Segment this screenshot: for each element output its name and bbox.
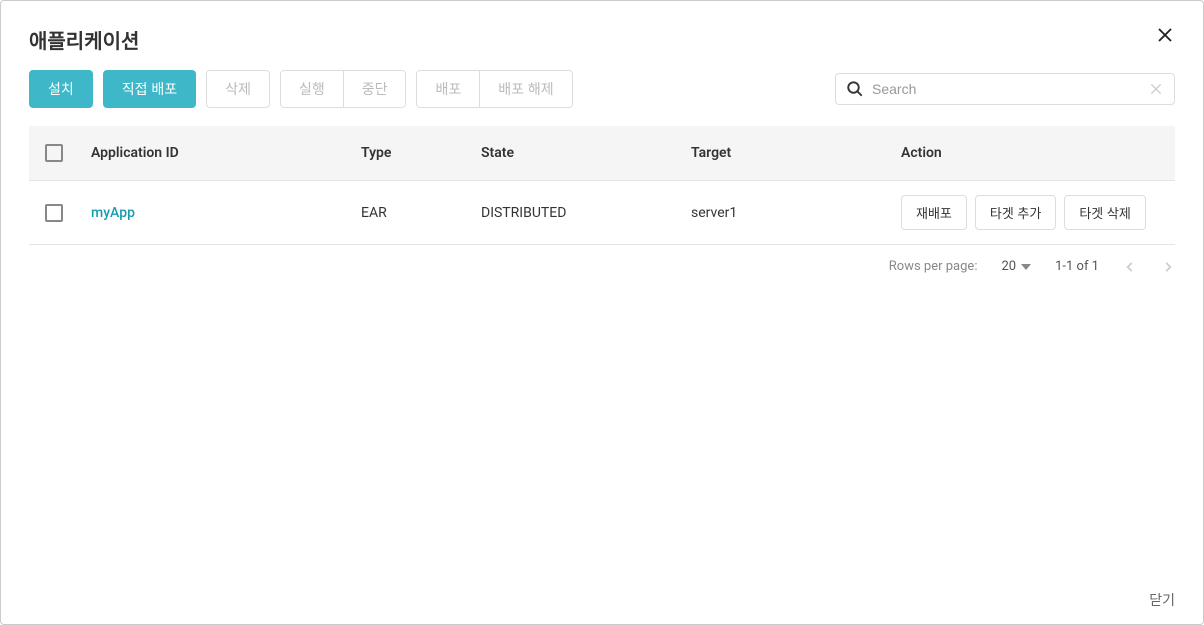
next-page-button[interactable] bbox=[1161, 260, 1175, 274]
cell-app-id: myApp bbox=[79, 181, 349, 245]
search-icon bbox=[846, 80, 864, 98]
rows-per-page-selector[interactable]: 20 bbox=[1001, 259, 1031, 274]
row-checkbox[interactable] bbox=[45, 204, 63, 222]
header-target: Target bbox=[679, 126, 889, 181]
chevron-left-icon bbox=[1123, 260, 1137, 274]
delete-button[interactable]: 삭제 bbox=[206, 70, 270, 108]
rows-per-page-label: Rows per page: bbox=[889, 259, 978, 274]
modal-title: 애플리케이션 bbox=[29, 25, 139, 54]
close-button[interactable] bbox=[1155, 25, 1175, 45]
install-button[interactable]: 설치 bbox=[29, 70, 93, 108]
header-checkbox-cell bbox=[29, 126, 79, 181]
cell-state: DISTRIBUTED bbox=[469, 181, 679, 245]
rows-per-page-value: 20 bbox=[1001, 259, 1016, 274]
action-buttons: 재배포 타겟 추가 타겟 삭제 bbox=[901, 195, 1163, 230]
select-all-checkbox[interactable] bbox=[45, 144, 63, 162]
header-action: Action bbox=[889, 126, 1175, 181]
modal-footer: 닫기 bbox=[1, 580, 1203, 624]
delete-target-button[interactable]: 타겟 삭제 bbox=[1064, 195, 1145, 230]
header-app-id: Application ID bbox=[79, 126, 349, 181]
run-button[interactable]: 실행 bbox=[281, 71, 344, 107]
prev-page-button[interactable] bbox=[1123, 260, 1137, 274]
app-id-link[interactable]: myApp bbox=[91, 205, 135, 221]
applications-modal: 애플리케이션 설치 직접 배포 삭제 실행 중단 배포 배포 해제 bbox=[0, 0, 1204, 625]
applications-table: Application ID Type State Target Action … bbox=[29, 126, 1175, 245]
cell-action: 재배포 타겟 추가 타겟 삭제 bbox=[889, 181, 1175, 245]
redeploy-button[interactable]: 재배포 bbox=[901, 195, 967, 230]
cell-target: server1 bbox=[679, 181, 889, 245]
search-box[interactable] bbox=[835, 73, 1175, 105]
pagination: Rows per page: 20 1-1 of 1 bbox=[1, 245, 1203, 274]
toolbar: 설치 직접 배포 삭제 실행 중단 배포 배포 해제 bbox=[1, 70, 1203, 126]
search-input[interactable] bbox=[872, 81, 1148, 97]
close-link[interactable]: 닫기 bbox=[1149, 590, 1175, 610]
header-state: State bbox=[469, 126, 679, 181]
cell-type: EAR bbox=[349, 181, 469, 245]
undeploy-button[interactable]: 배포 해제 bbox=[480, 71, 571, 107]
deploy-undeploy-group: 배포 배포 해제 bbox=[416, 70, 572, 108]
table-header-row: Application ID Type State Target Action bbox=[29, 126, 1175, 181]
add-target-button[interactable]: 타겟 추가 bbox=[975, 195, 1056, 230]
direct-deploy-button[interactable]: 직접 배포 bbox=[103, 70, 196, 108]
deploy-button[interactable]: 배포 bbox=[417, 71, 480, 107]
table-container: Application ID Type State Target Action … bbox=[1, 126, 1203, 245]
page-info: 1-1 of 1 bbox=[1055, 259, 1099, 274]
stop-button[interactable]: 중단 bbox=[344, 71, 406, 107]
page-nav bbox=[1123, 260, 1175, 274]
dropdown-icon bbox=[1021, 262, 1031, 272]
table-row: myApp EAR DISTRIBUTED server1 재배포 타겟 추가 … bbox=[29, 181, 1175, 245]
row-checkbox-cell bbox=[29, 181, 79, 245]
run-stop-group: 실행 중단 bbox=[280, 70, 407, 108]
clear-search-icon[interactable] bbox=[1148, 81, 1164, 97]
modal-header: 애플리케이션 bbox=[1, 1, 1203, 70]
chevron-right-icon bbox=[1161, 260, 1175, 274]
header-type: Type bbox=[349, 126, 469, 181]
close-icon bbox=[1156, 26, 1174, 44]
